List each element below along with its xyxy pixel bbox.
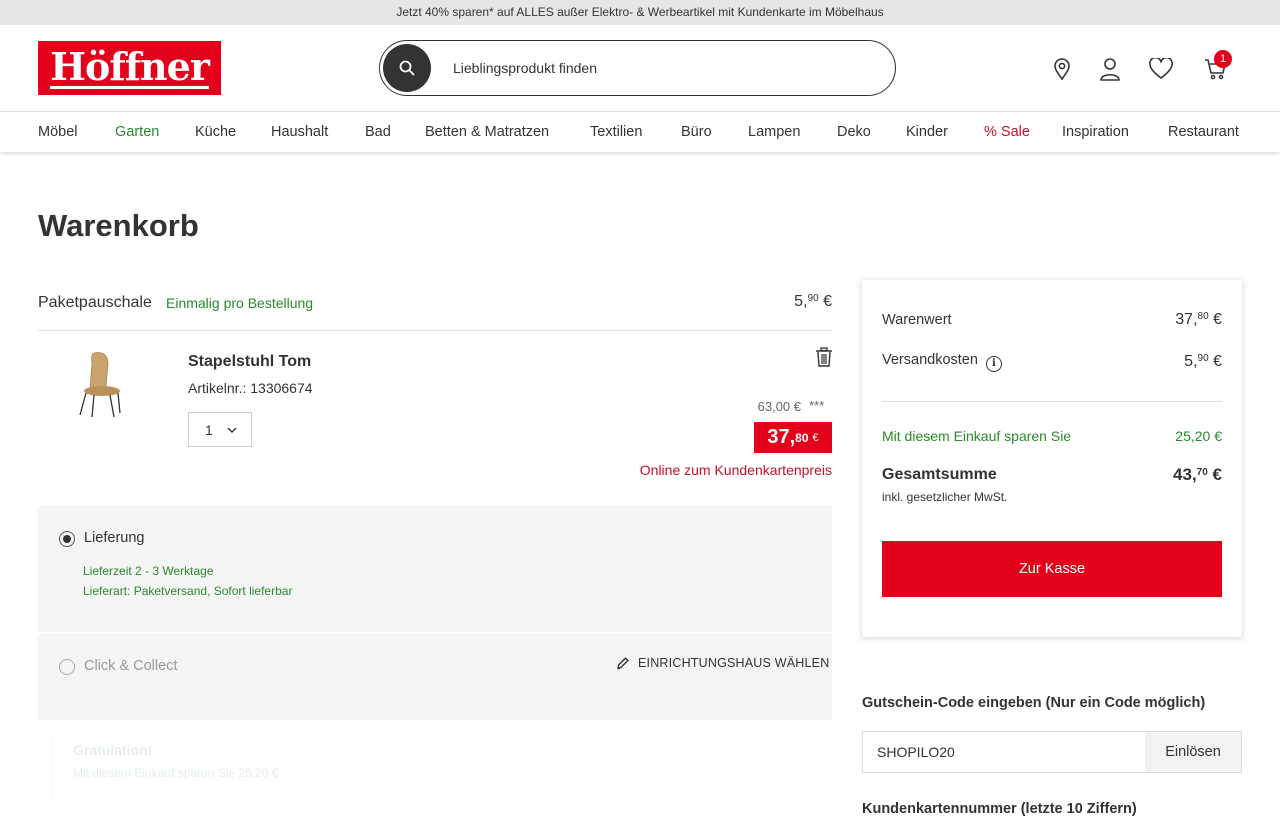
nav-item-textilien[interactable]: Textilien xyxy=(590,124,642,140)
goods-value-row: Warenwert 37,80 € xyxy=(882,311,1222,329)
savings-toast-text: Mit diesem Einkauf sparen Sie 25,20 € xyxy=(73,766,279,780)
nav-item-lampen[interactable]: Lampen xyxy=(748,124,800,140)
nav-item-buero[interactable]: Büro xyxy=(681,124,712,140)
savings-value: 25,20 € xyxy=(1175,428,1222,444)
savings-toast: Gratulation! Mit diesem Einkauf sparen S… xyxy=(50,730,350,802)
nav-item-kueche[interactable]: Küche xyxy=(195,124,236,140)
product-image[interactable] xyxy=(72,349,132,419)
total-label: Gesamtsumme xyxy=(882,466,997,483)
nav-item-inspiration[interactable]: Inspiration xyxy=(1062,124,1129,140)
package-fee-row: Paketpauschale Einmalig pro Bestellung 5… xyxy=(38,280,832,331)
wishlist-button[interactable] xyxy=(1149,57,1173,81)
savings-row: Mit diesem Einkauf sparen Sie 25,20 € xyxy=(882,428,1222,444)
price-footnote-stars: *** xyxy=(809,398,825,413)
location-pin-icon xyxy=(1054,58,1070,81)
user-icon xyxy=(1100,58,1120,81)
shipping-row: Versandkosten i 5,90 € xyxy=(882,352,1222,372)
logo[interactable]: Höffner xyxy=(38,41,221,95)
quantity-select[interactable]: 1 xyxy=(188,412,252,447)
choose-store-label: EINRICHTUNGSHAUS WÄHLEN xyxy=(638,656,830,670)
coupon-form: Einlösen xyxy=(862,731,1242,773)
checkout-button[interactable]: Zur Kasse xyxy=(882,541,1222,597)
order-summary: Warenwert 37,80 € Versandkosten i 5,90 € … xyxy=(862,280,1242,637)
nav-item-moebel[interactable]: Möbel xyxy=(38,124,78,140)
search-input[interactable] xyxy=(453,60,853,76)
shipping-label: Versandkosten xyxy=(882,352,978,368)
click-collect-label: Click & Collect xyxy=(84,658,178,674)
vat-note: inkl. gesetzlicher MwSt. xyxy=(882,490,1008,504)
nav-item-haushalt[interactable]: Haushalt xyxy=(271,124,328,140)
online-price-note: Online zum Kundenkartenpreis xyxy=(639,462,832,478)
summary-divider xyxy=(882,401,1222,402)
goods-value-label: Warenwert xyxy=(882,312,952,328)
delivery-label: Lieferung xyxy=(84,530,145,546)
nav-item-betten[interactable]: Betten & Matratzen xyxy=(425,124,549,140)
pencil-icon xyxy=(617,657,629,670)
store-locator-button[interactable] xyxy=(1050,57,1074,81)
coupon-input[interactable] xyxy=(863,732,1145,772)
redeem-button[interactable]: Einlösen xyxy=(1145,732,1241,772)
quantity-value: 1 xyxy=(205,421,213,438)
old-price: 63,00 € xyxy=(757,399,801,414)
package-fee-note: Einmalig pro Bestellung xyxy=(166,295,314,311)
package-fee-price: 5,90 € xyxy=(794,293,832,310)
total-row: Gesamtsumme 43,70 € xyxy=(882,465,1222,485)
nav-item-kinder[interactable]: Kinder xyxy=(906,124,948,140)
total-value: 43,70 € xyxy=(1173,465,1222,484)
nav-item-garten[interactable]: Garten xyxy=(115,124,159,140)
search-bar xyxy=(379,40,896,96)
click-collect-option[interactable]: Click & Collect EINRICHTUNGSHAUS WÄHLEN xyxy=(38,634,832,720)
product-article-number: Artikelnr.: 13306674 xyxy=(188,380,313,396)
choose-store-link[interactable]: EINRICHTUNGSHAUS WÄHLEN xyxy=(616,656,829,670)
savings-label: Mit diesem Einkauf sparen Sie xyxy=(882,428,1072,444)
main-nav: Möbel Garten Küche Haushalt Bad Betten &… xyxy=(0,111,1280,152)
click-collect-radio[interactable] xyxy=(59,659,75,675)
search-icon xyxy=(399,60,415,76)
delivery-time: Lieferzeit 2 - 3 Werktage xyxy=(83,564,214,578)
customer-card-title: Kundenkartennummer (letzte 10 Ziffern) xyxy=(862,801,1137,817)
trash-icon[interactable] xyxy=(815,347,833,367)
nav-item-restaurant[interactable]: Restaurant xyxy=(1168,124,1239,140)
header: Höffner xyxy=(0,25,1280,111)
chevron-down-icon xyxy=(227,427,237,433)
heart-icon xyxy=(1149,58,1173,79)
product-name[interactable]: Stapelstuhl Tom xyxy=(188,353,311,371)
nav-item-sale[interactable]: % Sale xyxy=(984,124,1030,140)
shipping-value: 5,90 € xyxy=(1184,352,1222,370)
account-button[interactable] xyxy=(1098,57,1122,81)
promo-banner: Jetzt 40% sparen* auf ALLES außer Elektr… xyxy=(0,0,1280,25)
cart-count-badge: 1 xyxy=(1214,50,1232,68)
sale-price-badge: 37, 80 € xyxy=(754,422,832,453)
nav-item-deko[interactable]: Deko xyxy=(837,124,871,140)
delivery-option[interactable]: Lieferung Lieferzeit 2 - 3 Werktage Lief… xyxy=(38,506,832,632)
coupon-title: Gutschein-Code eingeben (Nur ein Code mö… xyxy=(862,695,1206,711)
delivery-radio[interactable] xyxy=(59,531,75,547)
nav-item-bad[interactable]: Bad xyxy=(365,124,391,140)
search-button[interactable] xyxy=(383,44,431,92)
package-fee-label: Paketpauschale xyxy=(38,294,152,311)
savings-toast-title: Gratulation! xyxy=(73,742,153,758)
page-title: Warenkorb xyxy=(38,208,199,243)
logo-text: Höffner xyxy=(50,43,210,89)
goods-value: 37,80 € xyxy=(1175,311,1222,328)
delivery-type: Lieferart: Paketversand, Sofort lieferba… xyxy=(83,584,293,598)
info-icon[interactable]: i xyxy=(985,355,1002,372)
